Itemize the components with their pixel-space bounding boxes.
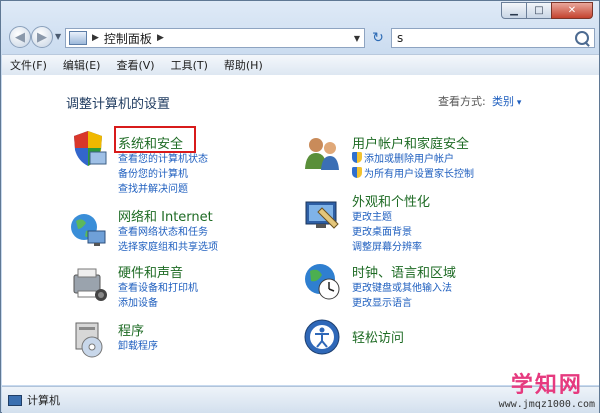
category-link[interactable]: 查看网络状态和任务 — [118, 225, 218, 240]
control-panel-icon — [69, 31, 87, 45]
category-title[interactable]: 轻松访问 — [352, 327, 404, 346]
recent-pages-dropdown[interactable]: ▼ — [55, 32, 61, 41]
category-link[interactable]: 卸载程序 — [118, 339, 158, 354]
address-bar[interactable]: ▶ 控制面板 ▶ ▼ — [65, 28, 365, 48]
clock-language-icon[interactable] — [302, 261, 342, 301]
category-link[interactable]: 添加设备 — [118, 296, 198, 311]
forward-button[interactable]: ▶ — [31, 26, 53, 48]
breadcrumb-control-panel[interactable]: 控制面板 — [104, 30, 152, 47]
search-icon[interactable] — [575, 31, 589, 45]
address-dropdown-icon[interactable]: ▼ — [354, 34, 360, 43]
category-user-accounts: 用户帐户和家庭安全 添加或删除用户帐户 为所有用户设置家长控制 — [352, 133, 474, 182]
category-link[interactable]: 更改显示语言 — [352, 296, 456, 311]
menu-file[interactable]: 文件(F) — [2, 57, 55, 73]
close-button[interactable]: ✕ — [551, 2, 593, 19]
category-title[interactable]: 时钟、语言和区域 — [352, 262, 456, 281]
breadcrumb-chevron-icon[interactable]: ▶ — [92, 33, 99, 43]
user-accounts-icon[interactable] — [302, 133, 342, 173]
menu-view[interactable]: 查看(V) — [108, 57, 162, 73]
content-pane: 调整计算机的设置 查看方式: 类别 系统和安全 查看您的计算机状态 备份您的计算… — [2, 75, 599, 385]
category-link[interactable]: 查看设备和打印机 — [118, 281, 198, 296]
computer-icon — [8, 394, 22, 406]
menu-edit[interactable]: 编辑(E) — [55, 57, 109, 73]
page-title: 调整计算机的设置 — [66, 97, 171, 112]
category-link[interactable]: 添加或删除用户帐户 — [352, 152, 474, 167]
watermark: 学知网 www.jmqz1000.com — [499, 367, 595, 410]
highlight-box — [114, 126, 196, 153]
category-hardware: 硬件和声音 查看设备和打印机 添加设备 — [118, 262, 198, 311]
category-link[interactable]: 选择家庭组和共享选项 — [118, 240, 218, 255]
category-link[interactable]: 更改键盘或其他输入法 — [352, 281, 456, 296]
search-input[interactable]: s — [391, 28, 595, 48]
ease-of-access-icon[interactable] — [302, 317, 342, 357]
appearance-icon[interactable] — [302, 194, 342, 234]
category-link[interactable]: 更改桌面背景 — [352, 225, 430, 240]
watermark-main: 学知网 — [510, 373, 583, 398]
menu-tools[interactable]: 工具(T) — [163, 57, 216, 73]
category-title[interactable]: 程序 — [118, 320, 158, 339]
category-link[interactable]: 更改主题 — [352, 210, 430, 225]
programs-icon[interactable] — [68, 319, 108, 359]
category-link[interactable]: 查看您的计算机状态 — [118, 152, 208, 167]
maximize-button[interactable]: □ — [526, 2, 552, 19]
category-link[interactable]: 为所有用户设置家长控制 — [352, 167, 474, 182]
breadcrumb-chevron-icon[interactable]: ▶ — [157, 33, 164, 43]
search-value: s — [397, 31, 404, 45]
category-link[interactable]: 查找并解决问题 — [118, 182, 208, 197]
category-title[interactable]: 网络和 Internet — [118, 206, 218, 225]
category-link[interactable]: 调整屏幕分辨率 — [352, 240, 430, 255]
category-link[interactable]: 备份您的计算机 — [118, 167, 208, 182]
window-frame: ▁ □ ✕ ◀ ▶ ▼ ▶ 控制面板 ▶ ▼ ↻ s 文件(F) 编辑(E) 查… — [0, 0, 600, 413]
category-title[interactable]: 外观和个性化 — [352, 191, 430, 210]
view-by-label: 查看方式: — [438, 95, 486, 108]
network-icon[interactable] — [68, 209, 108, 249]
view-by-dropdown[interactable]: 类别 — [492, 93, 521, 109]
category-ease-of-access: 轻松访问 — [352, 327, 404, 346]
status-text: 计算机 — [27, 394, 60, 407]
category-programs: 程序 卸载程序 — [118, 320, 158, 354]
back-button[interactable]: ◀ — [9, 26, 31, 48]
menu-bar: 文件(F) 编辑(E) 查看(V) 工具(T) 帮助(H) — [2, 54, 599, 76]
category-title[interactable]: 用户帐户和家庭安全 — [352, 133, 474, 152]
refresh-icon: ↻ — [372, 30, 384, 46]
refresh-button[interactable]: ↻ — [368, 28, 388, 48]
category-title[interactable]: 硬件和声音 — [118, 262, 198, 281]
minimize-button[interactable]: ▁ — [501, 2, 527, 19]
menu-help[interactable]: 帮助(H) — [216, 57, 271, 73]
category-appearance: 外观和个性化 更改主题 更改桌面背景 调整屏幕分辨率 — [352, 191, 430, 255]
watermark-url: www.jmqz1000.com — [498, 399, 595, 410]
uac-shield-icon — [352, 167, 362, 178]
category-network: 网络和 Internet 查看网络状态和任务 选择家庭组和共享选项 — [118, 206, 218, 255]
uac-shield-icon — [352, 152, 362, 163]
category-clock-language: 时钟、语言和区域 更改键盘或其他输入法 更改显示语言 — [352, 262, 456, 311]
back-arrow-icon: ◀ — [15, 29, 25, 45]
hardware-sound-icon[interactable] — [68, 265, 108, 305]
caption-buttons: ▁ □ ✕ — [501, 2, 593, 19]
system-security-icon[interactable] — [68, 128, 108, 168]
forward-arrow-icon: ▶ — [37, 29, 47, 45]
